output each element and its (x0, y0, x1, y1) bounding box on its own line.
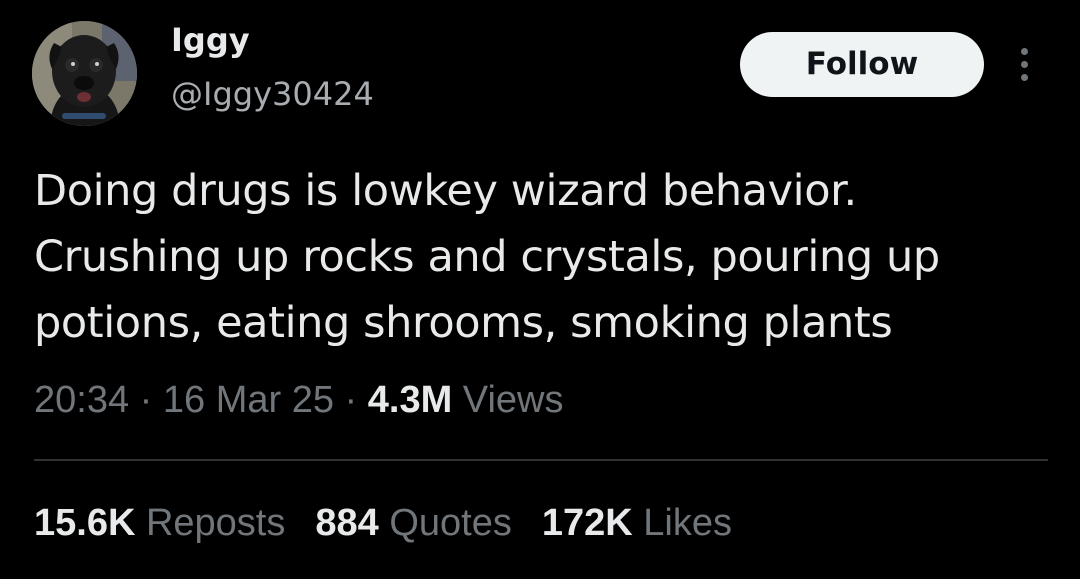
follow-button[interactable]: Follow (740, 32, 984, 97)
more-vertical-icon (1021, 74, 1028, 81)
quotes-label: Quotes (378, 502, 512, 544)
likes-count: 172K (541, 502, 633, 544)
reposts-count: 15.6K (34, 502, 136, 544)
tweet-date[interactable]: 16 Mar 25 (163, 379, 334, 421)
more-vertical-icon (1021, 61, 1028, 68)
more-options-button[interactable] (1010, 44, 1040, 84)
user-handle[interactable]: @Iggy30424 (171, 74, 374, 114)
engagement-stats: 15.6K Reposts 884 Quotes 172K Likes (34, 500, 762, 546)
tweet-card: Iggy @Iggy30424 Follow Doing drugs is lo… (0, 0, 1080, 579)
more-vertical-icon (1021, 48, 1028, 55)
quotes-stat[interactable]: 884 Quotes (315, 500, 511, 546)
meta-separator: · (129, 379, 163, 421)
reposts-stat[interactable]: 15.6K Reposts (34, 500, 285, 546)
likes-stat[interactable]: 172K Likes (542, 500, 732, 546)
display-name[interactable]: Iggy (171, 20, 250, 60)
quotes-count: 884 (315, 502, 379, 544)
tweet-time[interactable]: 20:34 (34, 379, 129, 421)
reposts-label: Reposts (135, 502, 286, 544)
pug-avatar-icon (32, 21, 137, 126)
tweet-meta: 20:34 · 16 Mar 25 · 4.3M Views (34, 377, 563, 423)
tweet-text: Doing drugs is lowkey wizard behavior. C… (34, 166, 940, 348)
views-count: 4.3M (367, 379, 453, 421)
views-label: Views (452, 379, 564, 421)
avatar[interactable] (32, 21, 137, 126)
divider (34, 459, 1048, 461)
meta-separator: · (333, 379, 368, 421)
likes-label: Likes (632, 502, 732, 544)
